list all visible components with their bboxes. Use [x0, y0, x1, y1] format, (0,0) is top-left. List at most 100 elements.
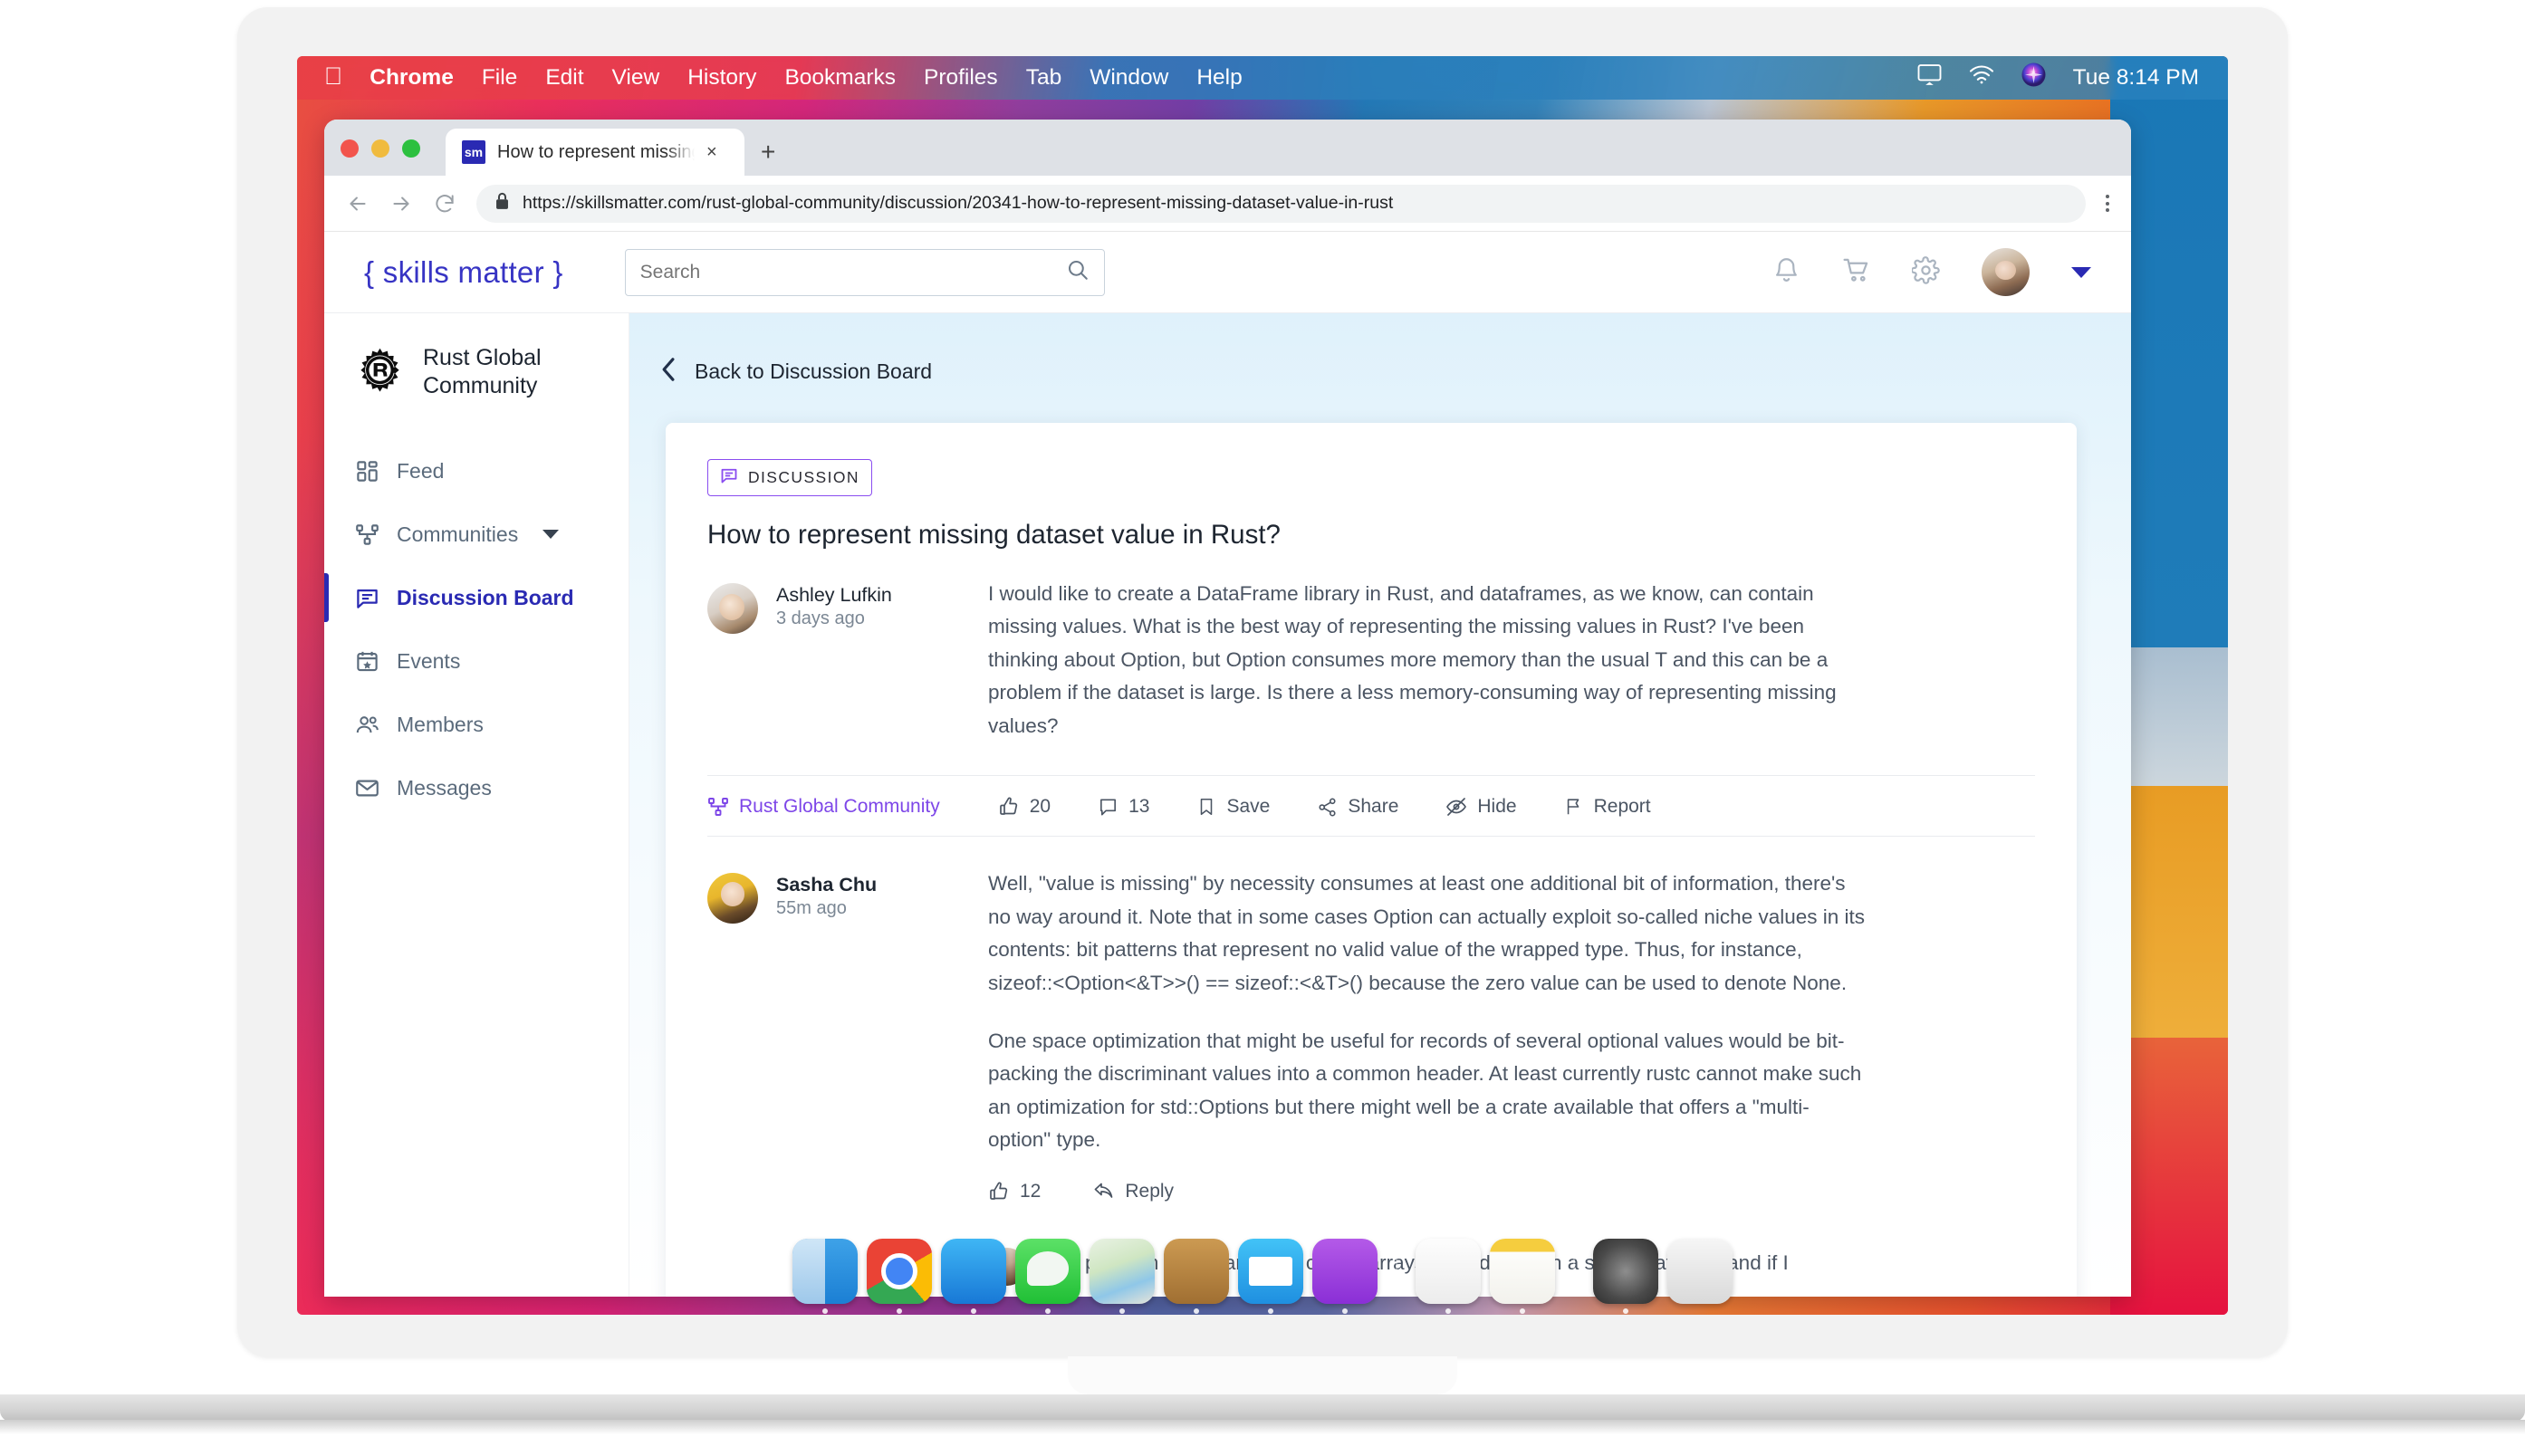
header-actions [1772, 248, 2091, 296]
share-button[interactable]: Share [1317, 796, 1398, 818]
menu-chrome[interactable]: Chrome [370, 65, 454, 91]
search-icon[interactable] [1066, 258, 1090, 286]
menu-file[interactable]: File [482, 65, 517, 91]
network-icon [355, 522, 379, 547]
reload-button[interactable] [433, 192, 456, 216]
report-button[interactable]: Report [1564, 796, 1651, 818]
app-body: Rust Global Community Feed Communities D… [324, 313, 2131, 1297]
menu-tab[interactable]: Tab [1026, 65, 1062, 91]
reply-label: Reply [1125, 1180, 1175, 1202]
like-count: 20 [1029, 796, 1051, 818]
tab-favicon-icon: sm [462, 140, 485, 164]
reply-like-button[interactable]: 12 [988, 1181, 1041, 1202]
macos-dock [780, 1221, 1745, 1314]
community-link[interactable]: Rust Global Community [707, 796, 940, 818]
author-name: Sasha Chu [776, 874, 878, 896]
dock-item-chrome[interactable] [867, 1239, 932, 1314]
dock-item-mail[interactable] [1238, 1239, 1303, 1314]
dock-item-reminders[interactable] [1416, 1239, 1481, 1314]
dock-item-maps[interactable] [1090, 1239, 1155, 1314]
badge-label: DISCUSSION [748, 468, 859, 486]
dock-item-trash[interactable] [1667, 1239, 1733, 1304]
chat-icon [355, 586, 379, 610]
menu-profiles[interactable]: Profiles [924, 65, 998, 91]
menu-history[interactable]: History [687, 65, 756, 91]
share-label: Share [1348, 796, 1399, 818]
reply-like-count: 12 [1020, 1180, 1042, 1202]
dock-item-app-store[interactable] [941, 1239, 1006, 1314]
reply-paragraph-2: One space optimization that might be use… [988, 1029, 1862, 1152]
cart-icon[interactable] [1842, 256, 1870, 289]
new-tab-button[interactable]: + [761, 139, 775, 165]
sidebar-item-discussion-board[interactable]: Discussion Board [324, 566, 629, 629]
dock-item-contacts[interactable] [1164, 1239, 1229, 1314]
dock-item-messages[interactable] [1015, 1239, 1080, 1314]
save-button[interactable]: Save [1196, 796, 1270, 818]
author-name: Ashley Lufkin [776, 584, 892, 606]
comment-count: 13 [1128, 796, 1150, 818]
chevron-down-icon[interactable] [542, 530, 560, 539]
back-to-discussion-board-link[interactable]: Back to Discussion Board [629, 313, 2131, 387]
dock-item-notes[interactable] [1490, 1239, 1555, 1314]
browser-tab[interactable]: sm How to represent missing dat × [446, 129, 744, 176]
forward-button[interactable] [389, 192, 413, 216]
reply: Sasha Chu 55m ago Well, "value is missin… [707, 837, 2035, 1286]
envelope-icon [355, 776, 379, 800]
airplay-icon[interactable] [1917, 63, 1942, 92]
chrome-window: sm How to represent missing dat × + [324, 120, 2131, 1297]
hide-button[interactable]: Hide [1445, 796, 1517, 818]
dock-item-podcasts[interactable] [1312, 1239, 1378, 1314]
status-badge: DISCUSSION [707, 459, 872, 496]
chevron-left-icon [660, 357, 677, 387]
apple-logo-icon[interactable]:  [324, 63, 342, 89]
search-box[interactable] [624, 248, 1105, 296]
sidebar-item-feed[interactable]: Feed [324, 439, 629, 503]
close-window-button[interactable] [341, 139, 359, 158]
save-label: Save [1226, 796, 1271, 818]
sidebar-item-label: Messages [397, 775, 492, 800]
people-icon [355, 713, 379, 737]
sidebar-item-label: Events [397, 648, 461, 673]
sidebar-item-members[interactable]: Members [324, 693, 629, 756]
menu-edit[interactable]: Edit [545, 65, 583, 91]
rust-logo-icon [355, 347, 405, 397]
search-input[interactable] [639, 261, 1066, 283]
dock-item-finder[interactable] [792, 1239, 858, 1314]
dock-separator [1396, 1232, 1397, 1292]
minimize-window-button[interactable] [371, 139, 389, 158]
avatar[interactable] [707, 873, 758, 924]
sidebar-item-label: Feed [397, 458, 445, 483]
menu-bookmarks[interactable]: Bookmarks [784, 65, 896, 91]
calendar-icon [355, 649, 379, 674]
chevron-down-icon[interactable] [2071, 266, 2091, 278]
reply-button[interactable]: Reply [1093, 1181, 1174, 1202]
menu-window[interactable]: Window [1090, 65, 1168, 91]
maximize-window-button[interactable] [402, 139, 420, 158]
community-header[interactable]: Rust Global Community [324, 344, 629, 399]
sidebar-item-events[interactable]: Events [324, 629, 629, 693]
sidebar-item-communities[interactable]: Communities [324, 503, 629, 566]
back-button[interactable] [346, 192, 370, 216]
laptop-notch [1068, 1356, 1457, 1394]
gear-icon[interactable] [1910, 255, 1940, 289]
address-bar[interactable]: https://skillsmatter.com/rust-global-com… [476, 184, 2086, 223]
siri-icon[interactable] [2021, 62, 2046, 93]
close-tab-icon[interactable]: × [706, 142, 717, 163]
menubar-clock: Tue 8:14 PM [2072, 65, 2199, 90]
bell-icon[interactable] [1772, 256, 1800, 289]
wifi-icon[interactable] [1969, 65, 1994, 91]
dock-separator [1573, 1232, 1575, 1292]
avatar[interactable] [707, 583, 758, 634]
menu-help[interactable]: Help [1196, 65, 1242, 91]
desktop-screen:  Chrome File Edit View History Bookmark… [297, 56, 2228, 1315]
chrome-menu-button[interactable] [2106, 195, 2109, 212]
skills-matter-logo[interactable]: { skills matter } [364, 255, 563, 290]
dock-item-settings[interactable] [1593, 1239, 1658, 1314]
avatar[interactable] [1982, 248, 2030, 296]
sidebar: Rust Global Community Feed Communities D… [324, 313, 629, 1297]
menu-view[interactable]: View [612, 65, 660, 91]
comment-button[interactable]: 13 [1098, 796, 1149, 818]
hide-label: Hide [1477, 796, 1517, 818]
sidebar-item-messages[interactable]: Messages [324, 756, 629, 819]
like-button[interactable]: 20 [998, 796, 1051, 818]
